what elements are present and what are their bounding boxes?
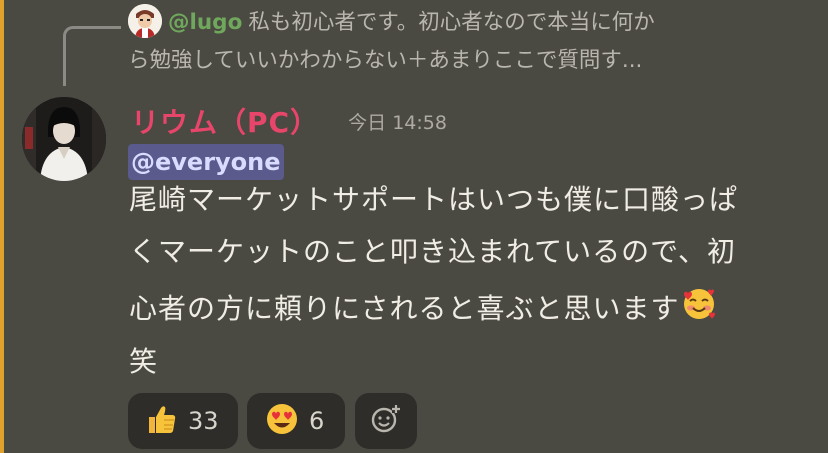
- message-line-2: くマーケットのこと叩き込まれているので、初: [129, 235, 737, 268]
- reply-spine: [63, 26, 121, 86]
- reply-text-line1: 私も初心者です。初心者なので本当に何か: [248, 10, 655, 35]
- reply-text-line2: ら勉強していいかわからない＋あまりここで質問す...: [128, 48, 643, 73]
- reply-preview[interactable]: @lugo 私も初心者です。初心者なので本当に何か ら勉強していいかわからない＋あ…: [128, 4, 808, 80]
- reaction-heart-eyes[interactable]: 6: [247, 393, 345, 449]
- author-avatar[interactable]: [22, 97, 106, 181]
- timestamp[interactable]: 今日 14:58: [348, 112, 447, 134]
- message-line-4: 笑: [129, 345, 159, 378]
- heart-eyes-icon: [265, 402, 299, 440]
- add-reaction-icon: [370, 403, 402, 439]
- message-line-3-text: 心者の方に頼りにされると喜ぶと思います: [129, 292, 680, 325]
- message-line-3: 心者の方に頼りにされると喜ぶと思います: [129, 286, 717, 329]
- thumbs-up-icon: [144, 402, 178, 440]
- add-reaction-button[interactable]: [355, 393, 417, 449]
- smiling-face-with-hearts-icon[interactable]: [681, 286, 717, 329]
- message-line-1: 尾崎マーケットサポートはいつも僕に口酸っぱ: [129, 183, 739, 216]
- everyone-mention[interactable]: @everyone: [128, 144, 284, 180]
- mention-highlight-bar: [0, 0, 4, 453]
- reply-author[interactable]: @lugo: [168, 10, 242, 35]
- reaction-count: 6: [309, 407, 325, 435]
- message-header: リウム（PC） 今日 14:58: [131, 101, 447, 141]
- reaction-thumbs-up[interactable]: 33: [128, 393, 238, 449]
- reply-avatar[interactable]: [128, 4, 162, 38]
- reaction-count: 33: [188, 407, 219, 435]
- author-name[interactable]: リウム（PC）: [131, 106, 319, 139]
